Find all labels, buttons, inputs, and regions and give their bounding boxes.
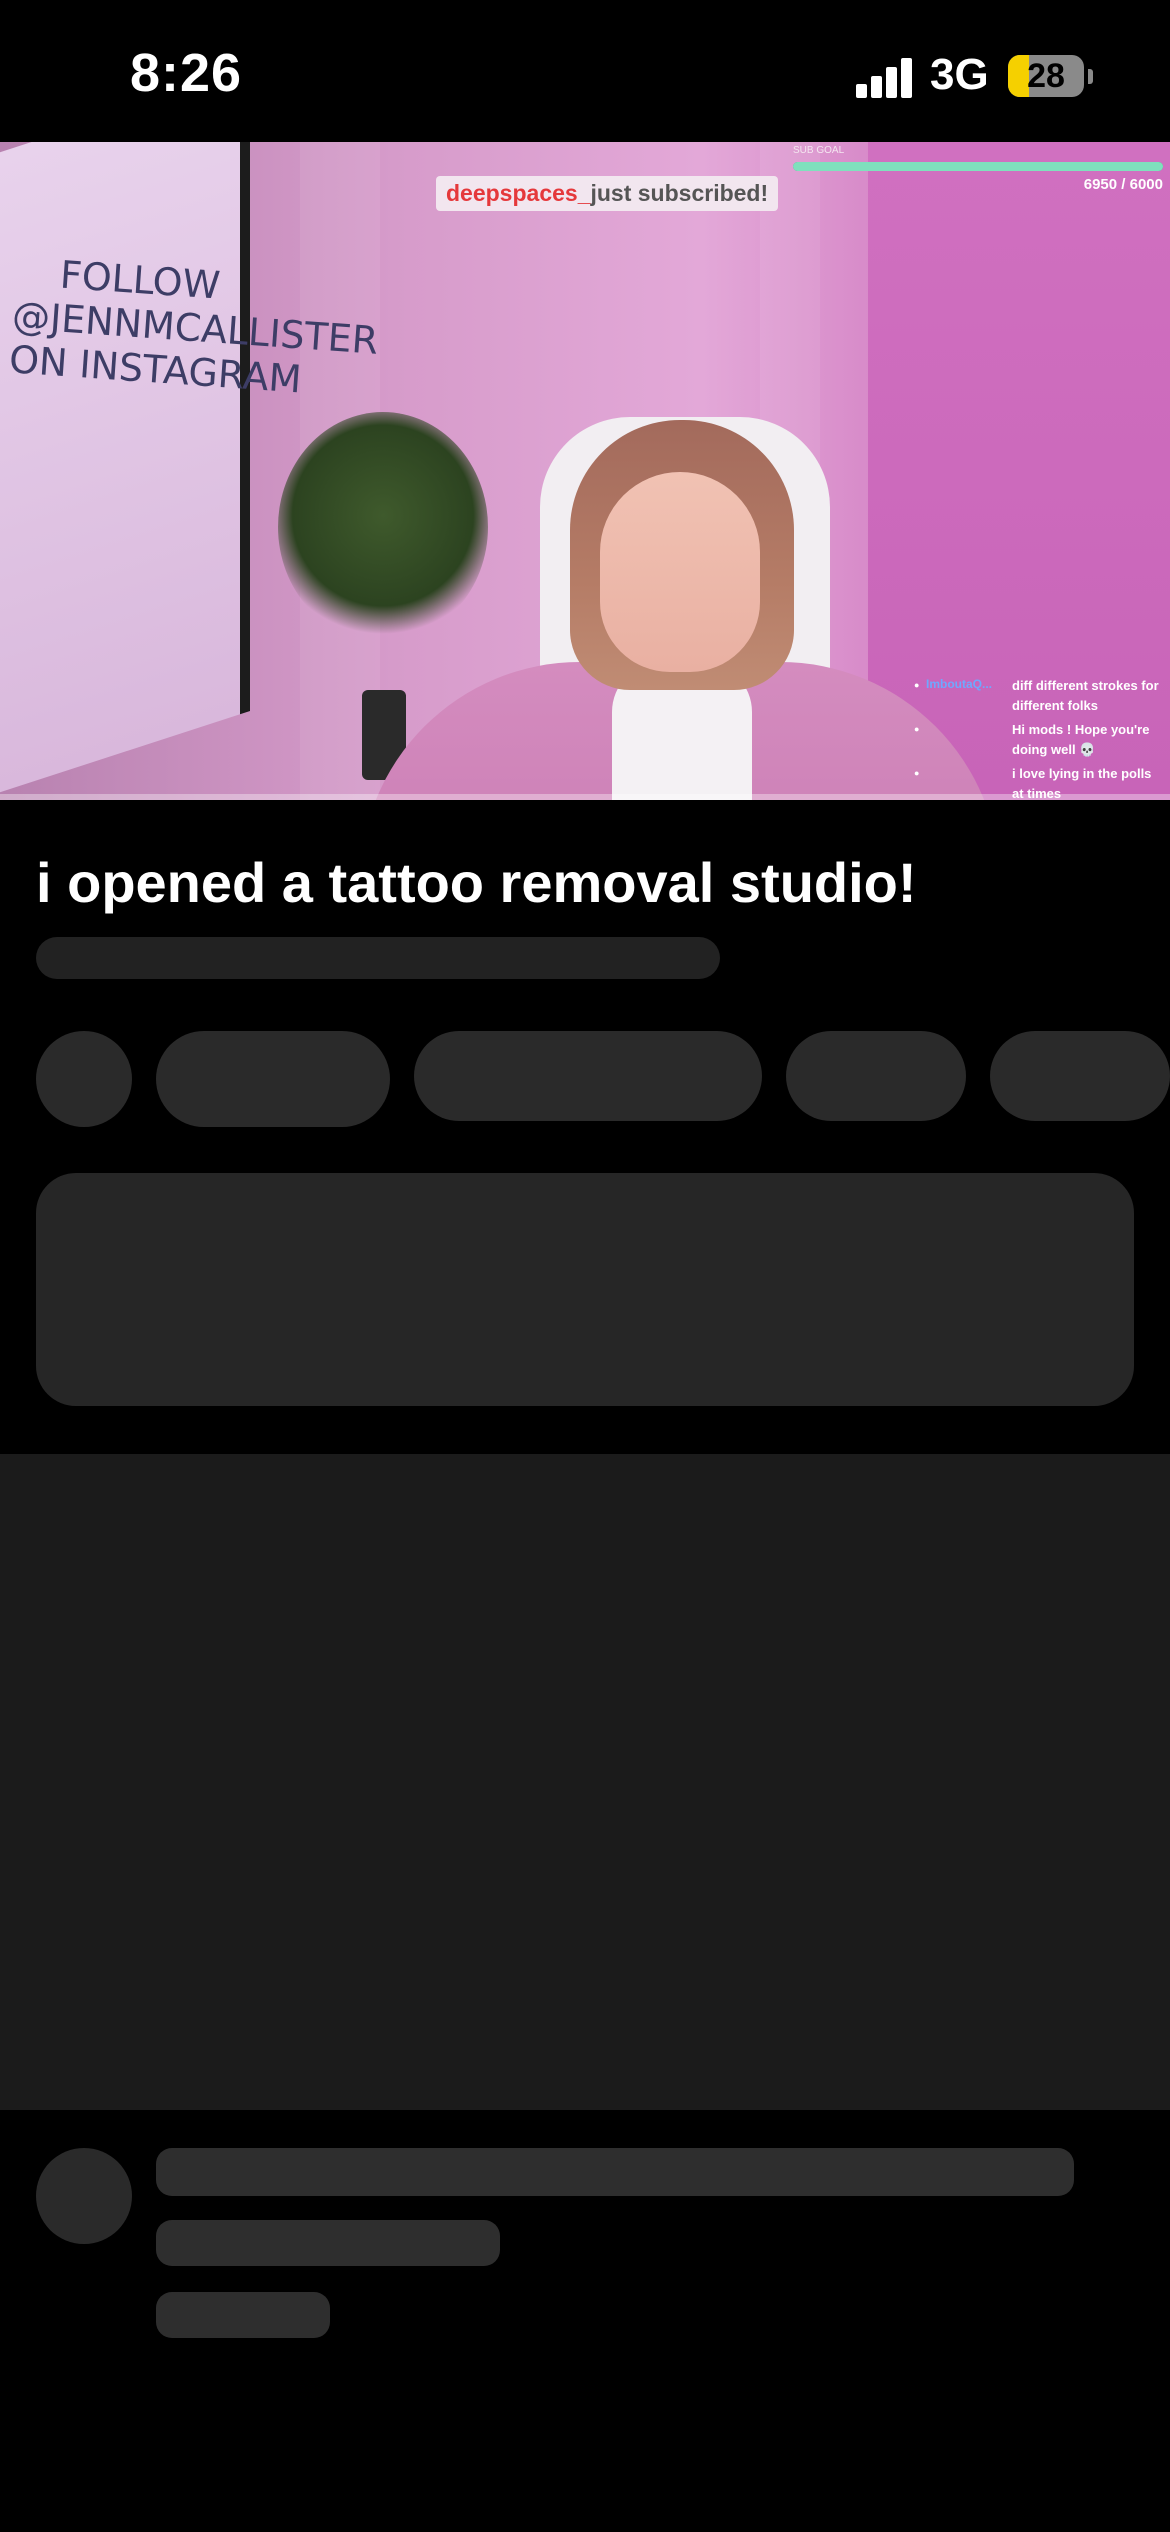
sub-goal-progress bbox=[793, 162, 1163, 171]
whiteboard bbox=[0, 142, 250, 800]
sub-goal-count: 6950 / 6000 bbox=[1083, 176, 1163, 193]
subscriber-alert: deepspaces_just subscribed! bbox=[436, 176, 779, 211]
chat-username: ImboutaQ... bbox=[926, 677, 992, 691]
whiteboard-text: FOLLOW @JENNMCALLISTER ON INSTAGRAM bbox=[8, 249, 380, 402]
sub-goal-label: SUB GOAL bbox=[793, 145, 845, 156]
subscriber-alert-message: just subscribed! bbox=[590, 180, 769, 206]
action-button-placeholder[interactable] bbox=[786, 1031, 966, 1121]
action-button-placeholder[interactable] bbox=[156, 1031, 390, 1127]
subscriber-alert-user: deepspaces_ bbox=[446, 180, 591, 206]
battery-cap bbox=[1088, 69, 1093, 84]
chat-message: ● ImboutaQ... diff different strokes for… bbox=[914, 676, 1166, 716]
plant bbox=[278, 412, 488, 642]
chat-badge-icon: ● bbox=[914, 768, 920, 778]
chat-text: Hi mods ! Hope you're doing well 💀 bbox=[1012, 722, 1150, 757]
text-line-placeholder bbox=[156, 2148, 1074, 2196]
avatar-placeholder bbox=[36, 2148, 132, 2244]
action-button-placeholder[interactable] bbox=[414, 1031, 762, 1121]
status-bar: 8:26 3G 28 bbox=[0, 0, 1170, 142]
person-face bbox=[600, 472, 760, 672]
subtitle-placeholder bbox=[36, 937, 720, 979]
signal-icon bbox=[856, 58, 914, 98]
battery-icon: 28 bbox=[1008, 55, 1084, 97]
chat-text: diff different strokes for different fol… bbox=[1012, 678, 1159, 713]
action-button-placeholder[interactable] bbox=[990, 1031, 1170, 1121]
video-progress-bar[interactable] bbox=[0, 794, 1170, 800]
status-time: 8:26 bbox=[130, 43, 243, 103]
channel-avatar-placeholder[interactable] bbox=[36, 1031, 132, 1127]
network-label: 3G bbox=[930, 50, 989, 99]
sub-goal-progress-fill bbox=[793, 162, 1163, 171]
description-card-placeholder[interactable] bbox=[36, 1173, 1134, 1406]
text-line-placeholder bbox=[156, 2292, 330, 2338]
chat-badge-icon: ● bbox=[914, 724, 920, 734]
text-line-placeholder bbox=[156, 2220, 500, 2266]
chat-badge-icon: ● bbox=[914, 680, 920, 690]
video-title: i opened a tattoo removal studio! bbox=[36, 851, 917, 914]
chat-message: ● Hi mods ! Hope you're doing well 💀 bbox=[914, 720, 1166, 760]
content-panel-placeholder bbox=[0, 1454, 1170, 2110]
chat-overlay: ● ImboutaQ... diff different strokes for… bbox=[914, 676, 1166, 808]
battery-level: 28 bbox=[1027, 57, 1065, 95]
